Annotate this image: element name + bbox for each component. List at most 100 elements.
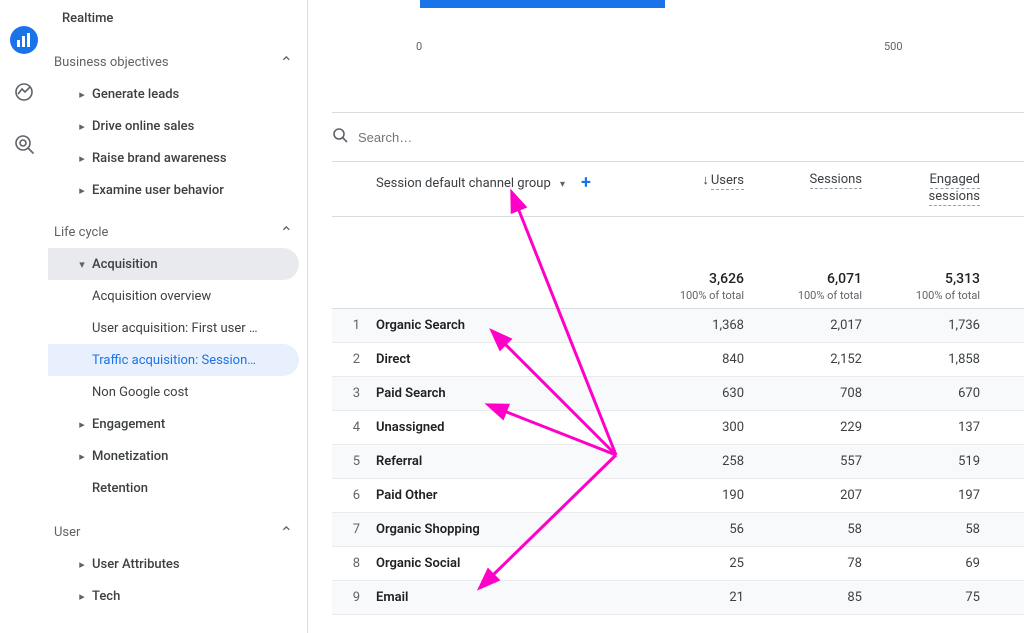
row-dimension[interactable]: Organic Search bbox=[372, 318, 640, 333]
sidebar-group-user[interactable]: User ⌃ bbox=[48, 516, 307, 548]
row-users: 300 bbox=[640, 420, 758, 435]
table-row[interactable]: 1Organic Search1,3682,0171,736 bbox=[332, 309, 1024, 343]
row-index: 5 bbox=[332, 454, 372, 469]
row-sessions: 2,017 bbox=[758, 318, 876, 333]
row-sessions: 78 bbox=[758, 556, 876, 571]
row-engaged: 670 bbox=[876, 386, 994, 401]
table-row[interactable]: 5Referral258557519 bbox=[332, 445, 1024, 479]
row-engaged: 1,736 bbox=[876, 318, 994, 333]
sidebar-item-traffic-acquisition[interactable]: Traffic acquisition: Session… bbox=[48, 344, 299, 376]
row-engaged: 197 bbox=[876, 488, 994, 503]
caret-right-icon: ▸ bbox=[72, 120, 92, 133]
sidebar-item-realtime[interactable]: Realtime bbox=[48, 2, 307, 34]
add-dimension-button[interactable]: + bbox=[581, 174, 591, 192]
sidebar-label: Acquisition bbox=[92, 257, 158, 272]
reports-rail-icon[interactable] bbox=[10, 26, 38, 54]
sidebar-label: Raise brand awareness bbox=[92, 151, 227, 166]
table-row[interactable]: 8Organic Social257869 bbox=[332, 547, 1024, 581]
sidebar-label: Retention bbox=[92, 481, 148, 496]
row-engaged: 75 bbox=[876, 590, 994, 605]
sidebar-item[interactable]: ▸Drive online sales bbox=[48, 110, 307, 142]
caret-down-icon: ▾ bbox=[72, 258, 92, 271]
row-users: 1,368 bbox=[640, 318, 758, 333]
row-dimension[interactable]: Unassigned bbox=[372, 420, 640, 435]
sidebar-item-engagement[interactable]: ▸ Engagement bbox=[48, 408, 307, 440]
row-dimension[interactable]: Paid Search bbox=[372, 386, 640, 401]
sidebar-label: Tech bbox=[92, 589, 120, 604]
dimension-dropdown[interactable]: Session default channel group ▾ bbox=[376, 176, 565, 191]
sidebar-item-tech[interactable]: ▸ Tech bbox=[48, 580, 307, 612]
table-row[interactable]: 6Paid Other190207197 bbox=[332, 479, 1024, 513]
sidebar-label: Generate leads bbox=[92, 87, 179, 102]
total-engaged: 5,313 bbox=[876, 271, 980, 287]
sidebar-label: Examine user behavior bbox=[92, 183, 224, 198]
sidebar-group-business-objectives[interactable]: Business objectives ⌃ bbox=[48, 46, 307, 78]
row-sessions: 207 bbox=[758, 488, 876, 503]
row-dimension[interactable]: Organic Shopping bbox=[372, 522, 640, 537]
table-row[interactable]: 2Direct8402,1521,858 bbox=[332, 343, 1024, 377]
sidebar-group-life-cycle[interactable]: Life cycle ⌃ bbox=[48, 216, 307, 248]
row-users: 840 bbox=[640, 352, 758, 367]
caret-down-icon: ▾ bbox=[560, 179, 565, 190]
table-row[interactable]: 7Organic Shopping565858 bbox=[332, 513, 1024, 547]
row-engaged: 137 bbox=[876, 420, 994, 435]
sidebar-item-user-attributes[interactable]: ▸ User Attributes bbox=[48, 548, 307, 580]
total-sessions: 6,071 bbox=[758, 271, 862, 287]
search-icon bbox=[332, 127, 348, 147]
row-users: 190 bbox=[640, 488, 758, 503]
column-header-users[interactable]: ↓Users bbox=[640, 162, 758, 188]
sidebar-item[interactable]: ▸Raise brand awareness bbox=[48, 142, 307, 174]
row-dimension[interactable]: Organic Social bbox=[372, 556, 640, 571]
sidebar-label: User Attributes bbox=[92, 557, 180, 572]
row-engaged: 519 bbox=[876, 454, 994, 469]
row-dimension[interactable]: Paid Other bbox=[372, 488, 640, 503]
sidebar-item[interactable]: ▸Generate leads bbox=[48, 78, 307, 110]
total-pct: 100% of total bbox=[640, 289, 744, 302]
total-users: 3,626 bbox=[640, 271, 744, 287]
sidebar-group-label: User bbox=[54, 525, 80, 540]
column-header-engaged[interactable]: Engaged sessions bbox=[876, 162, 994, 206]
sidebar-item-non-google-cost[interactable]: Non Google cost bbox=[48, 376, 307, 408]
sidebar-item-retention[interactable]: Retention bbox=[48, 472, 307, 504]
explore-rail-icon[interactable] bbox=[10, 78, 38, 106]
chart-tick: 500 bbox=[884, 40, 903, 53]
row-sessions: 708 bbox=[758, 386, 876, 401]
caret-right-icon: ▸ bbox=[72, 590, 92, 603]
advertising-rail-icon[interactable] bbox=[10, 130, 38, 158]
row-sessions: 85 bbox=[758, 590, 876, 605]
sidebar-label: Engagement bbox=[92, 417, 165, 432]
sidebar-item-acquisition-overview[interactable]: Acquisition overview bbox=[48, 280, 307, 312]
sidebar-item[interactable]: ▸Examine user behavior bbox=[48, 174, 307, 206]
row-dimension[interactable]: Referral bbox=[372, 454, 640, 469]
row-index: 8 bbox=[332, 556, 372, 571]
row-index: 3 bbox=[332, 386, 372, 401]
search-input[interactable] bbox=[358, 130, 658, 145]
table-row[interactable]: 3Paid Search630708670 bbox=[332, 377, 1024, 411]
sidebar-label: Realtime bbox=[62, 11, 113, 26]
row-index: 7 bbox=[332, 522, 372, 537]
caret-right-icon: ▸ bbox=[72, 184, 92, 197]
table-row[interactable]: 9Email218575 bbox=[332, 581, 1024, 615]
row-dimension[interactable]: Direct bbox=[372, 352, 640, 367]
column-header-sessions[interactable]: Sessions bbox=[758, 162, 876, 187]
sidebar-label: Drive online sales bbox=[92, 119, 194, 134]
row-users: 25 bbox=[640, 556, 758, 571]
row-index: 4 bbox=[332, 420, 372, 435]
chevron-up-icon: ⌃ bbox=[280, 223, 293, 242]
row-index: 6 bbox=[332, 488, 372, 503]
total-pct: 100% of total bbox=[758, 289, 862, 302]
sidebar-group-label: Business objectives bbox=[54, 55, 169, 70]
sort-desc-icon: ↓ bbox=[702, 173, 709, 188]
sidebar-item-monetization[interactable]: ▸ Monetization bbox=[48, 440, 307, 472]
row-engaged: 58 bbox=[876, 522, 994, 537]
chart-category-label: Referral bbox=[332, 0, 370, 1]
table-row[interactable]: 4Unassigned300229137 bbox=[332, 411, 1024, 445]
row-dimension[interactable]: Email bbox=[372, 590, 640, 605]
sidebar-item-user-acquisition[interactable]: User acquisition: First user … bbox=[48, 312, 307, 344]
sidebar-label: Monetization bbox=[92, 449, 168, 464]
row-sessions: 229 bbox=[758, 420, 876, 435]
chart-bar-referral bbox=[420, 0, 665, 8]
sidebar-item-acquisition[interactable]: ▾ Acquisition bbox=[48, 248, 299, 280]
dimension-label: Session default channel group bbox=[376, 176, 551, 191]
chevron-up-icon: ⌃ bbox=[280, 53, 293, 72]
